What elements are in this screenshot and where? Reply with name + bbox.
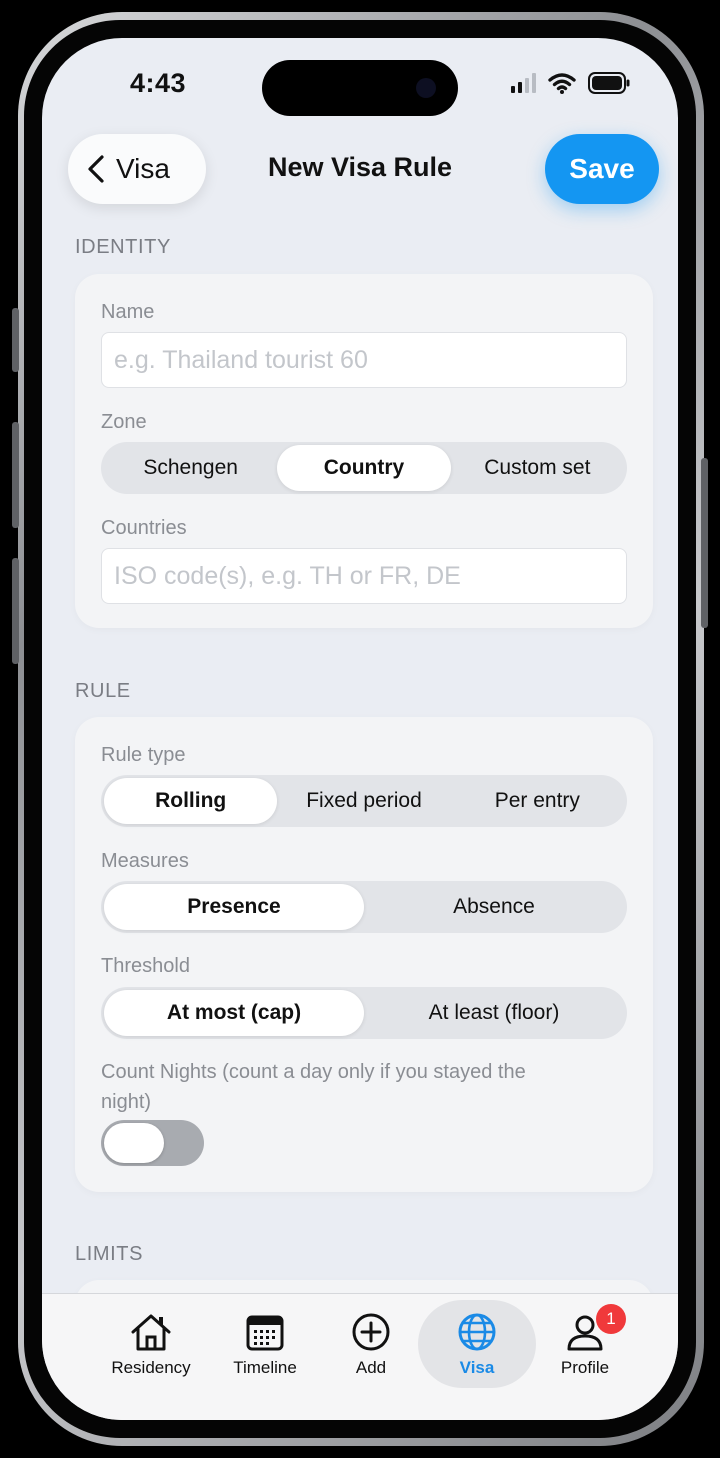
plus-circle-icon [352, 1313, 390, 1351]
section-header-identity: IDENTITY [75, 236, 171, 258]
battery-icon [588, 72, 630, 94]
volume-up-button [12, 422, 19, 528]
zone-label: Zone [101, 411, 147, 433]
measures-option-presence[interactable]: Presence [104, 884, 364, 930]
tab-timeline[interactable]: Timeline [206, 1300, 324, 1388]
rule-type-option-rolling[interactable]: Rolling [104, 778, 278, 824]
toggle-knob [104, 1123, 164, 1163]
threshold-option-at-most[interactable]: At most (cap) [104, 990, 364, 1036]
status-icons [511, 72, 630, 94]
power-button [701, 458, 708, 628]
tab-profile[interactable]: Profile 1 [526, 1300, 644, 1388]
rule-type-segmented-control: Rolling Fixed period Per entry [101, 775, 627, 827]
count-nights-toggle[interactable] [101, 1120, 204, 1166]
calendar-icon [246, 1315, 284, 1351]
measures-label: Measures [101, 850, 189, 872]
threshold-label: Threshold [101, 955, 190, 977]
measures-option-absence[interactable]: Absence [364, 884, 624, 930]
zone-option-schengen[interactable]: Schengen [104, 445, 277, 491]
tab-label-timeline: Timeline [233, 1358, 297, 1377]
tab-add[interactable]: Add [312, 1300, 430, 1388]
rule-card: Rule type Rolling Fixed period Per entry… [75, 717, 653, 1192]
countries-input[interactable] [101, 548, 627, 604]
identity-card: Name Zone Schengen Country Custom set Co… [75, 274, 653, 628]
globe-icon [458, 1313, 496, 1351]
countries-label: Countries [101, 517, 187, 539]
section-header-limits: LIMITS [75, 1243, 144, 1265]
name-input[interactable] [101, 332, 627, 388]
tab-label-visa: Visa [459, 1358, 495, 1377]
volume-down-button [12, 558, 19, 664]
zone-segmented-control: Schengen Country Custom set [101, 442, 627, 494]
save-button[interactable]: Save [545, 134, 659, 204]
cellular-signal-icon [511, 73, 536, 93]
count-nights-label: Count Nights (count a day only if you st… [101, 1061, 526, 1113]
zone-option-custom-set[interactable]: Custom set [451, 445, 624, 491]
threshold-segmented-control: At most (cap) At least (floor) [101, 987, 627, 1039]
camera-icon [416, 78, 436, 98]
rule-type-label: Rule type [101, 744, 186, 766]
tab-bar: Residency Timeline Add Visa Profile 1 [42, 1293, 678, 1420]
profile-badge: 1 [596, 1304, 626, 1334]
tab-visa[interactable]: Visa [418, 1300, 536, 1388]
dynamic-island [262, 60, 458, 116]
zone-option-country[interactable]: Country [277, 445, 451, 491]
house-icon [131, 1314, 171, 1351]
screen: 4:43 Visa New Visa Rule Save IDENTITY Na… [42, 38, 678, 1420]
name-label: Name [101, 301, 155, 323]
rule-type-option-fixed-period[interactable]: Fixed period [277, 778, 450, 824]
tab-label-profile: Profile [560, 1358, 610, 1377]
tab-label-residency: Residency [111, 1358, 191, 1377]
status-time: 4:43 [130, 68, 187, 98]
section-header-rule: RULE [75, 680, 131, 702]
rule-type-option-per-entry[interactable]: Per entry [451, 778, 624, 824]
tab-label-add: Add [355, 1358, 387, 1377]
measures-segmented-control: Presence Absence [101, 881, 627, 933]
navigation-bar: Visa New Visa Rule Save [42, 132, 678, 208]
wifi-icon [548, 73, 576, 94]
threshold-option-at-least[interactable]: At least (floor) [364, 990, 624, 1036]
silent-switch [12, 308, 19, 372]
tab-residency[interactable]: Residency [92, 1300, 210, 1388]
